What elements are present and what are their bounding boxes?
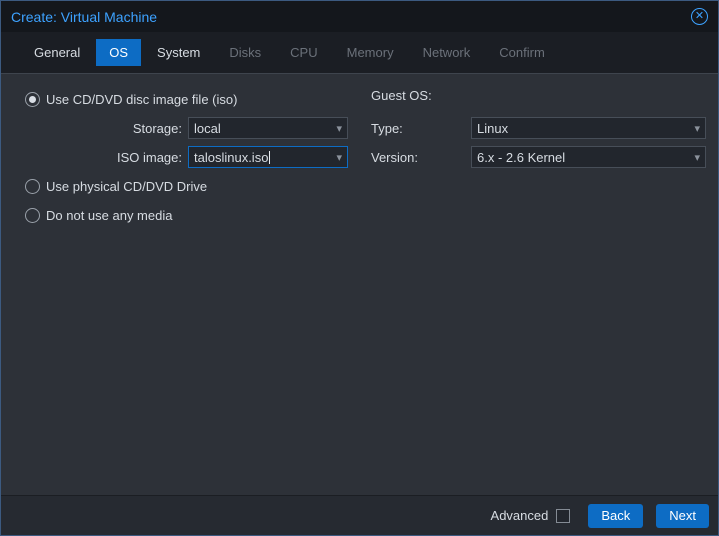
radio-use-iso-label: Use CD/DVD disc image file (iso) [46,91,238,107]
chevron-down-icon: ▾ [336,151,342,164]
iso-image-value: taloslinux.iso [194,149,269,165]
os-tab-panel: Use CD/DVD disc image file (iso) Storage… [1,74,718,495]
os-version-select[interactable]: 6.x - 2.6 Kernel ▾ [471,146,706,168]
radio-no-media-label: Do not use any media [46,207,173,223]
radio-icon [25,91,40,107]
close-icon[interactable]: ✕ [691,8,708,25]
advanced-label: Advanced [490,508,549,523]
tab-bar: General OS System Disks CPU Memory Netwo… [1,32,718,74]
tab-network: Network [422,45,471,60]
os-version-value: 6.x - 2.6 Kernel [477,149,566,165]
text-caret [269,150,271,164]
os-version-label: Version: [371,149,418,165]
radio-no-media[interactable]: Do not use any media [25,204,363,226]
iso-image-combo[interactable]: taloslinux.iso ▾ [188,146,348,168]
os-type-value: Linux [477,120,509,136]
chevron-down-icon: ▾ [694,151,700,164]
radio-physical-drive-label: Use physical CD/DVD Drive [46,178,208,194]
os-type-select[interactable]: Linux ▾ [471,117,706,139]
storage-row: Storage: local ▾ [1,117,363,139]
radio-icon [25,178,40,194]
tab-memory: Memory [346,45,394,60]
next-button[interactable]: Next [656,503,709,528]
storage-value: local [194,120,221,136]
advanced-checkbox[interactable] [556,508,571,523]
dialog-footer: Advanced Back Next [1,495,718,535]
tab-confirm: Confirm [499,45,545,60]
guest-os-column: Guest OS: Type: Linux ▾ Version: 6.x - 2… [363,88,718,175]
iso-image-row: ISO image: taloslinux.iso ▾ [1,146,363,168]
tab-disks: Disks [229,45,262,60]
os-type-row: Type: Linux ▾ [363,117,706,139]
tab-os[interactable]: OS [96,39,142,66]
tab-system[interactable]: System [144,39,213,66]
media-column: Use CD/DVD disc image file (iso) Storage… [1,88,363,233]
radio-physical-drive[interactable]: Use physical CD/DVD Drive [25,175,363,197]
os-version-row: Version: 6.x - 2.6 Kernel ▾ [363,146,706,168]
chevron-down-icon: ▾ [336,122,342,135]
tab-general[interactable]: General [21,39,93,66]
guest-os-header: Guest OS: [371,88,432,103]
iso-image-label: ISO image: [116,149,182,165]
create-vm-dialog: Create: Virtual Machine ✕ General OS Sys… [0,0,719,536]
os-type-label: Type: [371,120,403,136]
radio-icon [25,207,40,223]
radio-use-iso[interactable]: Use CD/DVD disc image file (iso) [25,88,363,110]
back-button[interactable]: Back [588,503,644,528]
chevron-down-icon: ▾ [694,122,700,135]
dialog-titlebar[interactable]: Create: Virtual Machine ✕ [1,1,718,32]
dialog-title: Create: Virtual Machine [11,8,158,25]
storage-label: Storage: [132,120,182,136]
storage-select[interactable]: local ▾ [188,117,348,139]
tab-cpu: CPU [290,45,318,60]
